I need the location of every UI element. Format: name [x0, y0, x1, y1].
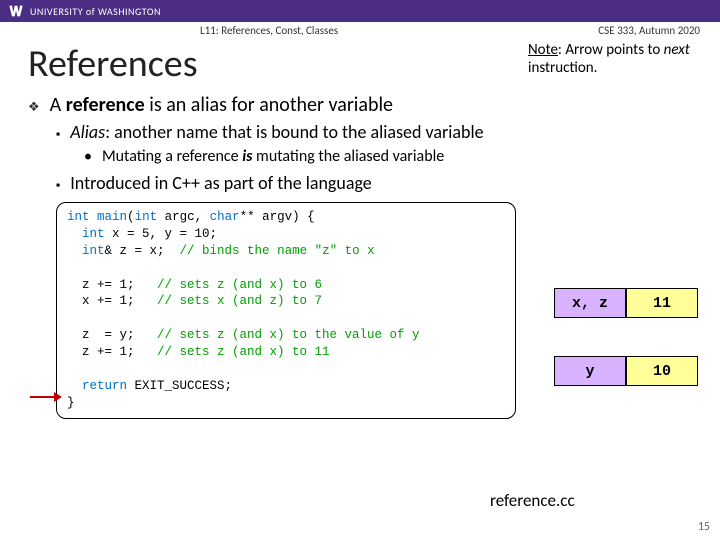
bullet-4: ▪Introduced in C++ as part of the langua… [56, 172, 692, 194]
slide-title: References [28, 41, 198, 87]
course-label: CSE 333, Autumn 2020 [598, 24, 700, 37]
page-number: 15 [698, 520, 710, 534]
var-label-y: y [554, 356, 626, 386]
header-bar: UNIVERSITY of WASHINGTON [0, 0, 720, 22]
variable-tables: x, z 11 y 10 [554, 288, 698, 386]
instruction-arrow-icon [30, 390, 62, 409]
sub-header: L11: References, Const, Classes CSE 333,… [0, 22, 720, 37]
var-value-y: 10 [626, 356, 698, 386]
bullet-3: •Mutating a reference is mutating the al… [84, 147, 692, 166]
filename-label: reference.cc [490, 490, 575, 511]
uw-logo-icon [8, 3, 24, 19]
var-value-xz: 11 [626, 288, 698, 318]
square-bullet-icon: ▪ [56, 179, 60, 193]
code-block: int main(int argc, char** argv) { int x … [56, 202, 516, 419]
lecture-label: L11: References, Const, Classes [200, 24, 338, 37]
bullet-2: ▪Alias: another name that is bound to th… [56, 121, 692, 143]
square-bullet-icon: ▪ [56, 128, 60, 142]
diamond-bullet-icon: ❖ [28, 100, 40, 115]
arrow-note: Note: Arrow points to next instruction. [528, 41, 698, 77]
dot-bullet-icon: • [84, 147, 92, 166]
university-name: UNIVERSITY of WASHINGTON [30, 5, 161, 18]
table-row: x, z 11 [554, 288, 698, 318]
table-row: y 10 [554, 356, 698, 386]
var-label-xz: x, z [554, 288, 626, 318]
bullet-1: ❖A reference is an alias for another var… [28, 93, 692, 117]
